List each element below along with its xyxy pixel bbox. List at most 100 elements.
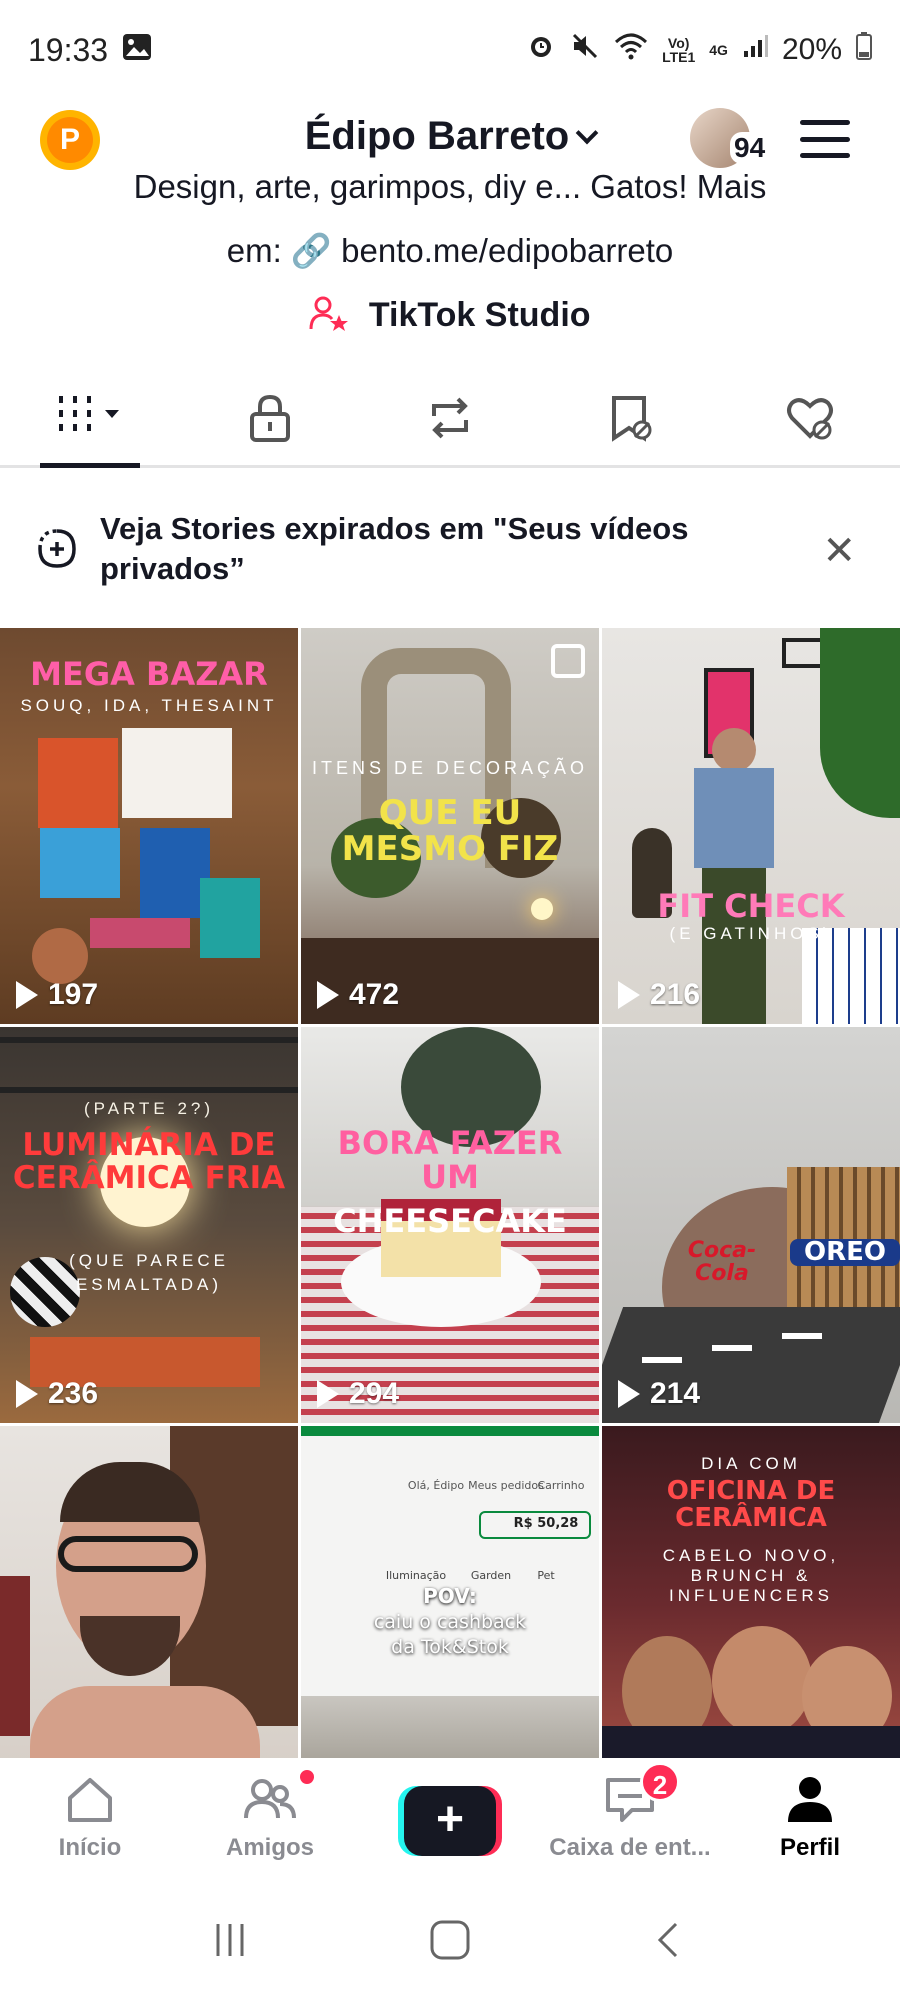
- video-caption: BORA FAZER UM: [337, 1124, 563, 1196]
- system-navigation: [0, 1880, 900, 2000]
- nav-inbox-label: Caixa de ent...: [549, 1834, 711, 1861]
- story-plus-icon: [38, 529, 76, 568]
- home-button[interactable]: [420, 1910, 480, 1970]
- tokstok-ui-balance: R$ 50,28: [513, 1516, 579, 1531]
- hamburger-menu-icon[interactable]: [800, 120, 850, 158]
- recent-apps-button[interactable]: [200, 1910, 260, 1970]
- video-subcaption: (E GATINHOS): [669, 924, 833, 943]
- video-subcaption: (PARTE 2?): [83, 1099, 215, 1118]
- video-thumbnail[interactable]: BORA FAZER UM CHEESECAKE 294: [301, 1027, 599, 1423]
- create-button[interactable]: +: [398, 1786, 502, 1856]
- gallery-icon: [122, 32, 152, 69]
- tab-liked[interactable]: [720, 370, 900, 465]
- video-caption: OFICINA DE CERÂMICA: [666, 1476, 836, 1534]
- tab-reposts[interactable]: [360, 370, 540, 465]
- tab-videos[interactable]: [0, 370, 180, 468]
- nav-create[interactable]: +: [360, 1758, 540, 1868]
- play-icon: [618, 1380, 640, 1408]
- view-count-value: 216: [650, 978, 701, 1011]
- status-bar: 19:33 Vo) LTE1 4G 20%: [0, 0, 900, 100]
- video-thumbnail[interactable]: FIT CHECK (E GATINHOS) 216: [602, 628, 900, 1024]
- video-subcaption: DIA COM: [701, 1454, 801, 1473]
- video-thumbnail[interactable]: MEGA BAZAR SOUQ, IDA, THESAINT 197: [0, 628, 298, 1024]
- nav-friends[interactable]: Amigos: [180, 1758, 360, 1868]
- lock-icon: [250, 394, 290, 442]
- video-caption-2: Coca-Cola: [687, 1238, 757, 1287]
- back-button[interactable]: [640, 1910, 700, 1970]
- view-count: 216: [618, 978, 700, 1012]
- video-caption-2: caiu o cashback: [373, 1611, 527, 1633]
- view-count-value: 472: [349, 978, 400, 1011]
- nav-friends-label: Amigos: [225, 1834, 314, 1861]
- studio-icon: [309, 296, 358, 334]
- wifi-icon: [614, 32, 648, 68]
- recent-apps-icon: [216, 1924, 244, 1956]
- profile-tabs: [0, 370, 900, 468]
- tokstok-ui-menu-1: Iluminação: [385, 1569, 447, 1582]
- video-subcaption-2: (QUE PARECE ESMALTADA): [69, 1251, 229, 1294]
- friends-icon: [244, 1779, 296, 1819]
- video-thumbnail[interactable]: (PARTE 2?) LUMINÁRIA DE CERÂMICA FRIA (Q…: [0, 1027, 298, 1423]
- plus-icon: +: [404, 1786, 496, 1856]
- nav-profile[interactable]: Perfil: [720, 1758, 900, 1868]
- video-caption: OREO: [790, 1238, 900, 1267]
- view-count: 472: [317, 978, 399, 1012]
- close-icon[interactable]: ✕: [822, 528, 856, 574]
- tokstok-ui-cart: Carrinho: [537, 1479, 585, 1492]
- play-icon: [618, 981, 640, 1009]
- stories-banner[interactable]: Veja Stories expirados em "Seus vídeos p…: [0, 470, 900, 628]
- video-thumbnail[interactable]: ITENS DE DECORAÇÃO QUE EU MESMO FIZ 472: [301, 628, 599, 1024]
- video-caption: QUE EU MESMO FIZ: [341, 793, 559, 869]
- inbox-badge: 2: [640, 1762, 680, 1802]
- play-icon: [317, 1380, 339, 1408]
- video-caption: FIT CHECK: [657, 887, 845, 925]
- heart-hidden-icon: [787, 397, 833, 439]
- grid-icon: [59, 395, 119, 431]
- video-caption-2: CHEESECAKE: [333, 1202, 567, 1240]
- back-icon: [657, 1922, 678, 1958]
- video-caption: POV:: [423, 1584, 477, 1608]
- nav-profile-label: Perfil: [779, 1834, 841, 1861]
- bio-link[interactable]: em: 🔗 bento.me/edipobarreto: [0, 228, 900, 274]
- video-caption: LUMINÁRIA DE CERÂMICA FRIA: [12, 1127, 286, 1196]
- tokstok-ui-menu-3: Pet: [537, 1569, 555, 1582]
- view-count-value: 197: [48, 978, 99, 1011]
- repost-icon: [432, 397, 468, 438]
- video-thumbnail[interactable]: OREO Coca-Cola 214: [602, 1027, 900, 1423]
- view-count-value: 236: [48, 1377, 99, 1410]
- nav-inbox[interactable]: 2 Caixa de ent...: [540, 1758, 720, 1868]
- play-icon: [317, 981, 339, 1009]
- video-subcaption: ITENS DE DECORAÇÃO: [311, 758, 589, 778]
- video-caption: MEGA BAZAR: [30, 655, 268, 693]
- play-icon: [16, 981, 38, 1009]
- view-count: 236: [16, 1377, 98, 1411]
- bookmark-hidden-icon: [612, 395, 652, 442]
- signal-icon: [742, 33, 768, 67]
- video-grid: MEGA BAZAR SOUQ, IDA, THESAINT 197 ITENS…: [0, 628, 900, 1822]
- home-square-icon: [430, 1920, 470, 1960]
- multiple-photos-icon: [551, 644, 585, 678]
- home-icon: [68, 1778, 112, 1822]
- video-caption-3: da Tok&Stok: [391, 1636, 509, 1658]
- battery-percent: 20%: [781, 33, 842, 66]
- play-icon: [16, 1380, 38, 1408]
- nav-home-label: Início: [58, 1834, 122, 1861]
- banner-text: Veja Stories expirados em "Seus vídeos p…: [100, 511, 689, 586]
- chevron-down-icon: [575, 121, 599, 145]
- mute-icon: [570, 31, 600, 69]
- studio-label: TikTok Studio: [368, 296, 591, 334]
- video-subcaption-2: CABELO NOVO, BRUNCH & INFLUENCERS: [662, 1546, 840, 1605]
- view-count-value: 294: [349, 1377, 400, 1410]
- notification-dot: [298, 1768, 316, 1786]
- tab-favorites[interactable]: [540, 370, 720, 465]
- video-subcaption: SOUQ, IDA, THESAINT: [20, 696, 278, 715]
- view-count: 214: [618, 1377, 700, 1411]
- profile-name: Édipo Barreto: [304, 114, 570, 158]
- view-count: 197: [16, 978, 98, 1012]
- bottom-navigation: Início Amigos + 2 Caixa de ent... Perfil: [0, 1758, 900, 1868]
- nav-home[interactable]: Início: [0, 1758, 180, 1868]
- tiktok-studio-link[interactable]: TikTok Studio: [0, 296, 900, 335]
- view-count-value: 214: [650, 1377, 701, 1410]
- profile-views-count: 94: [730, 132, 770, 164]
- tab-private[interactable]: [180, 370, 360, 465]
